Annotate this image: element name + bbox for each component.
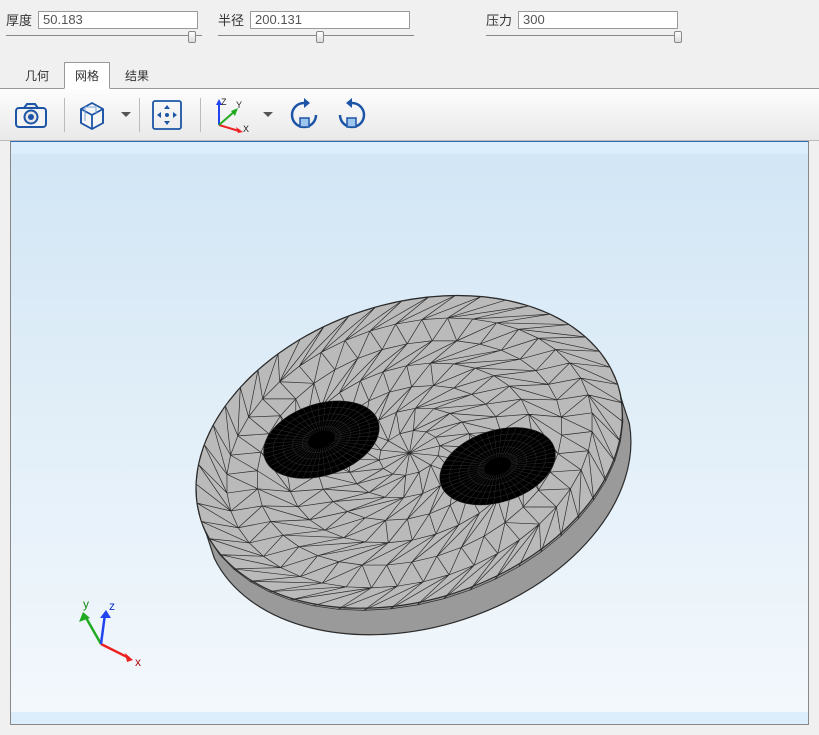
svg-text:X: X xyxy=(243,124,249,133)
cube-view-dropdown[interactable] xyxy=(119,112,133,118)
axis-orientation-dropdown[interactable] xyxy=(261,112,275,118)
chevron-down-icon xyxy=(263,112,273,118)
param-radius-label: 半径 xyxy=(218,10,244,29)
param-thickness-slider[interactable] xyxy=(6,29,202,43)
tab-mesh[interactable]: 网格 xyxy=(64,62,110,89)
param-thickness-label: 厚度 xyxy=(6,10,32,29)
rotate-ccw-icon xyxy=(334,97,370,133)
toolbar-separator xyxy=(200,98,201,132)
pan-icon xyxy=(150,98,184,132)
viewport-container: x y z xyxy=(0,141,819,735)
svg-text:Y: Y xyxy=(236,100,242,110)
axis-z-label: z xyxy=(109,599,115,613)
param-radius: 半径 xyxy=(218,10,414,43)
param-thickness-input[interactable] xyxy=(38,11,198,29)
chevron-down-icon xyxy=(121,112,131,118)
cube-view-button[interactable] xyxy=(71,94,113,136)
axis-y-label: y xyxy=(83,597,89,611)
param-pressure-label: 压力 xyxy=(486,10,512,29)
axis-icon: Z Y X xyxy=(209,97,253,133)
param-radius-slider[interactable] xyxy=(218,29,414,43)
param-pressure-input[interactable] xyxy=(518,11,678,29)
viewport-toolbar: Z Y X xyxy=(0,89,819,141)
param-thickness: 厚度 xyxy=(6,10,202,43)
param-pressure-slider[interactable] xyxy=(486,29,682,43)
axis-x-label: x xyxy=(135,655,141,669)
tab-results[interactable]: 结果 xyxy=(114,62,160,89)
toolbar-separator xyxy=(64,98,65,132)
camera-icon xyxy=(14,101,48,129)
param-radius-input[interactable] xyxy=(250,11,410,29)
parameters-bar: 厚度 半径 压力 xyxy=(0,0,819,61)
toolbar-separator xyxy=(139,98,140,132)
param-pressure: 压力 xyxy=(486,10,682,43)
cube-view-icon xyxy=(75,99,109,131)
view-tabs: 几何 网格 结果 xyxy=(0,61,819,89)
screenshot-button[interactable] xyxy=(10,94,52,136)
svg-text:Z: Z xyxy=(221,97,227,107)
rotate-cw-button[interactable] xyxy=(283,94,325,136)
pan-button[interactable] xyxy=(146,94,188,136)
axis-orientation-button[interactable]: Z Y X xyxy=(207,94,255,136)
3d-viewport[interactable]: x y z xyxy=(10,141,809,725)
rotate-ccw-button[interactable] xyxy=(331,94,373,136)
tab-geometry[interactable]: 几何 xyxy=(14,62,60,89)
rotate-cw-icon xyxy=(286,97,322,133)
axis-indicator: x y z xyxy=(71,594,151,674)
